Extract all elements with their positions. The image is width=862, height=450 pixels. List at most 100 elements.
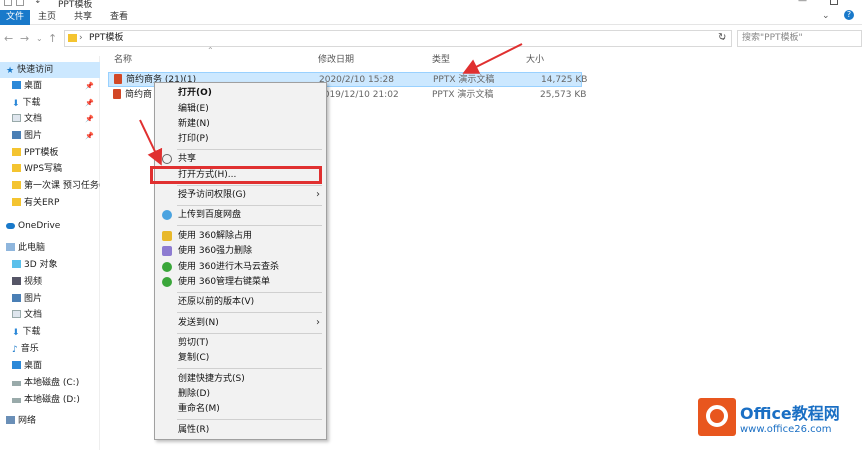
tab-home[interactable]: 主页 — [32, 10, 62, 25]
folder-icon — [12, 181, 21, 189]
document-icon — [12, 114, 21, 122]
menu-item-360-unlock[interactable]: 使用 360解除占用 — [155, 228, 326, 244]
sidebar-item-ppt-templates[interactable]: PPT模板 — [0, 145, 100, 161]
title-bar: ⇣ PPT模板 — — [0, 0, 862, 10]
ribbon-expand-icon[interactable]: ⌄ — [822, 11, 830, 21]
column-header-size[interactable]: 大小 — [526, 52, 544, 68]
pin-icon: 📌 — [85, 82, 94, 90]
menu-item-open[interactable]: 打开(O) — [155, 85, 326, 101]
column-header-modified[interactable]: 修改日期 — [318, 52, 354, 68]
network-icon — [6, 416, 15, 424]
menu-item-print[interactable]: 打印(P) — [155, 131, 326, 147]
refresh-icon[interactable]: ↻ — [718, 32, 726, 43]
path-field[interactable]: › PPT模板 ⌄ — [64, 30, 732, 47]
quick-access-dropdown-icon[interactable]: ⇣ — [34, 0, 42, 6]
menu-separator — [177, 292, 322, 293]
picture-icon — [12, 131, 21, 139]
recent-dropdown-icon[interactable]: ⌄ — [36, 34, 43, 43]
sidebar-item-pc-documents[interactable]: 文档 — [0, 307, 100, 323]
sidebar-item-wps[interactable]: WPS写稿 — [0, 161, 100, 177]
navigation-pane: ★ 快速访问 桌面 📌 ⬇ 下载 📌 文档 📌 图片 📌 PPT模板 WPS写稿 第一次课 … — [0, 56, 100, 450]
sidebar-item-pc-pictures[interactable]: 图片 — [0, 291, 100, 307]
cube-icon — [12, 260, 21, 268]
folder-icon — [12, 164, 21, 172]
highlight-box — [150, 166, 322, 184]
sidebar-item-pictures[interactable]: 图片 📌 — [0, 128, 100, 144]
column-header-type[interactable]: 类型 — [432, 52, 450, 68]
sidebar-item-onedrive[interactable]: OneDrive — [0, 218, 100, 234]
tab-view[interactable]: 查看 — [104, 10, 134, 25]
sidebar-item-desktop[interactable]: 桌面 📌 — [0, 78, 100, 94]
picture-icon — [12, 294, 21, 302]
menu-item-properties[interactable]: 属性(R) — [155, 422, 326, 438]
sidebar-item-videos[interactable]: 视频 — [0, 274, 100, 290]
file-type-cell: PPTX 演示文稿 — [432, 90, 494, 100]
drive-icon — [12, 398, 21, 403]
menu-separator — [177, 419, 322, 420]
menu-item-360-force-delete[interactable]: 使用 360强力删除 — [155, 243, 326, 259]
sidebar-item-pc-downloads[interactable]: ⬇ 下载 — [0, 324, 100, 340]
sidebar-item-drive-d[interactable]: 本地磁盘 (D:) — [0, 392, 100, 408]
tab-file[interactable]: 文件 — [0, 10, 30, 25]
maximize-icon[interactable] — [830, 0, 838, 5]
minimize-icon[interactable]: — — [798, 0, 807, 6]
sidebar-item-quick-access[interactable]: ★ 快速访问 — [0, 62, 100, 78]
forward-icon[interactable]: → — [20, 32, 29, 45]
up-icon[interactable]: ↑ — [48, 32, 57, 45]
sidebar-item-first-class[interactable]: 第一次课 预习任务( — [0, 178, 100, 194]
menu-item-delete[interactable]: 删除(D) — [155, 386, 326, 402]
document-icon — [12, 310, 21, 318]
sidebar-item-drive-c[interactable]: 本地磁盘 (C:) — [0, 375, 100, 391]
cloud-icon — [6, 223, 15, 229]
file-size-cell: 25,573 KB — [540, 90, 587, 100]
sidebar-item-documents[interactable]: 文档 📌 — [0, 111, 100, 127]
folder-icon — [68, 34, 77, 42]
help-icon[interactable]: ? — [844, 10, 854, 20]
sidebar-item-erp[interactable]: 有关ERP — [0, 195, 100, 211]
tab-share[interactable]: 共享 — [68, 10, 98, 25]
watermark-url: www.office26.com — [740, 424, 832, 435]
sidebar-item-pc-desktop[interactable]: 桌面 — [0, 358, 100, 374]
menu-separator — [177, 149, 322, 150]
pin-icon: 📌 — [85, 132, 94, 140]
menu-item-360-trojan-scan[interactable]: 使用 360进行木马云查杀 — [155, 259, 326, 275]
ribbon-tabs: 文件 主页 共享 查看 ⌄ ? — [0, 10, 862, 25]
sidebar-item-downloads[interactable]: ⬇ 下载 📌 — [0, 95, 100, 111]
folder-icon — [12, 198, 21, 206]
menu-item-send-to[interactable]: 发送到(N) › — [155, 315, 326, 331]
menu-item-edit[interactable]: 编辑(E) — [155, 101, 326, 117]
search-input[interactable]: 搜索"PPT模板" — [737, 30, 862, 47]
download-icon: ⬇ — [12, 99, 20, 109]
sidebar-item-3d-objects[interactable]: 3D 对象 — [0, 257, 100, 273]
folder-icon — [4, 0, 12, 6]
menu-item-baidu-upload[interactable]: 上传到百度网盘 — [155, 207, 326, 223]
menu-item-restore-versions[interactable]: 还原以前的版本(V) — [155, 294, 326, 310]
menu-item-new[interactable]: 新建(N) — [155, 116, 326, 132]
menu-item-share[interactable]: 共享 — [155, 151, 326, 167]
path-segment[interactable]: PPT模板 — [83, 33, 123, 43]
drive-icon — [12, 381, 21, 386]
menu-item-grant-access[interactable]: 授予访问权限(G) › — [155, 187, 326, 203]
sort-ascending-icon: ⌃ — [207, 46, 214, 55]
menu-item-360-manage-menu[interactable]: 使用 360管理右键菜单 — [155, 274, 326, 290]
back-icon[interactable]: ← — [4, 32, 13, 45]
sidebar-item-this-pc[interactable]: 此电脑 — [0, 240, 100, 256]
sidebar-item-music[interactable]: ♪ 音乐 — [0, 341, 100, 357]
sidebar-item-network[interactable]: 网络 — [0, 413, 100, 429]
file-name-cell: 简约商 — [113, 88, 152, 103]
menu-separator — [177, 205, 322, 206]
pin-icon: 📌 — [85, 99, 94, 107]
file-modified-cell: 2020/2/10 15:28 — [319, 75, 394, 85]
file-type-cell: PPTX 演示文稿 — [433, 75, 495, 85]
column-header-name[interactable]: 名称 — [114, 52, 132, 68]
menu-item-create-shortcut[interactable]: 创建快捷方式(S) — [155, 371, 326, 387]
shield-icon — [162, 262, 172, 272]
unlock-icon — [162, 231, 172, 241]
menu-item-cut[interactable]: 剪切(T) — [155, 335, 326, 351]
menu-separator — [177, 225, 322, 226]
menu-item-rename[interactable]: 重命名(M) — [155, 401, 326, 417]
computer-icon — [6, 243, 15, 251]
checkbox-icon[interactable] — [16, 0, 24, 6]
window-title: PPT模板 — [58, 0, 93, 10]
menu-item-copy[interactable]: 复制(C) — [155, 350, 326, 366]
